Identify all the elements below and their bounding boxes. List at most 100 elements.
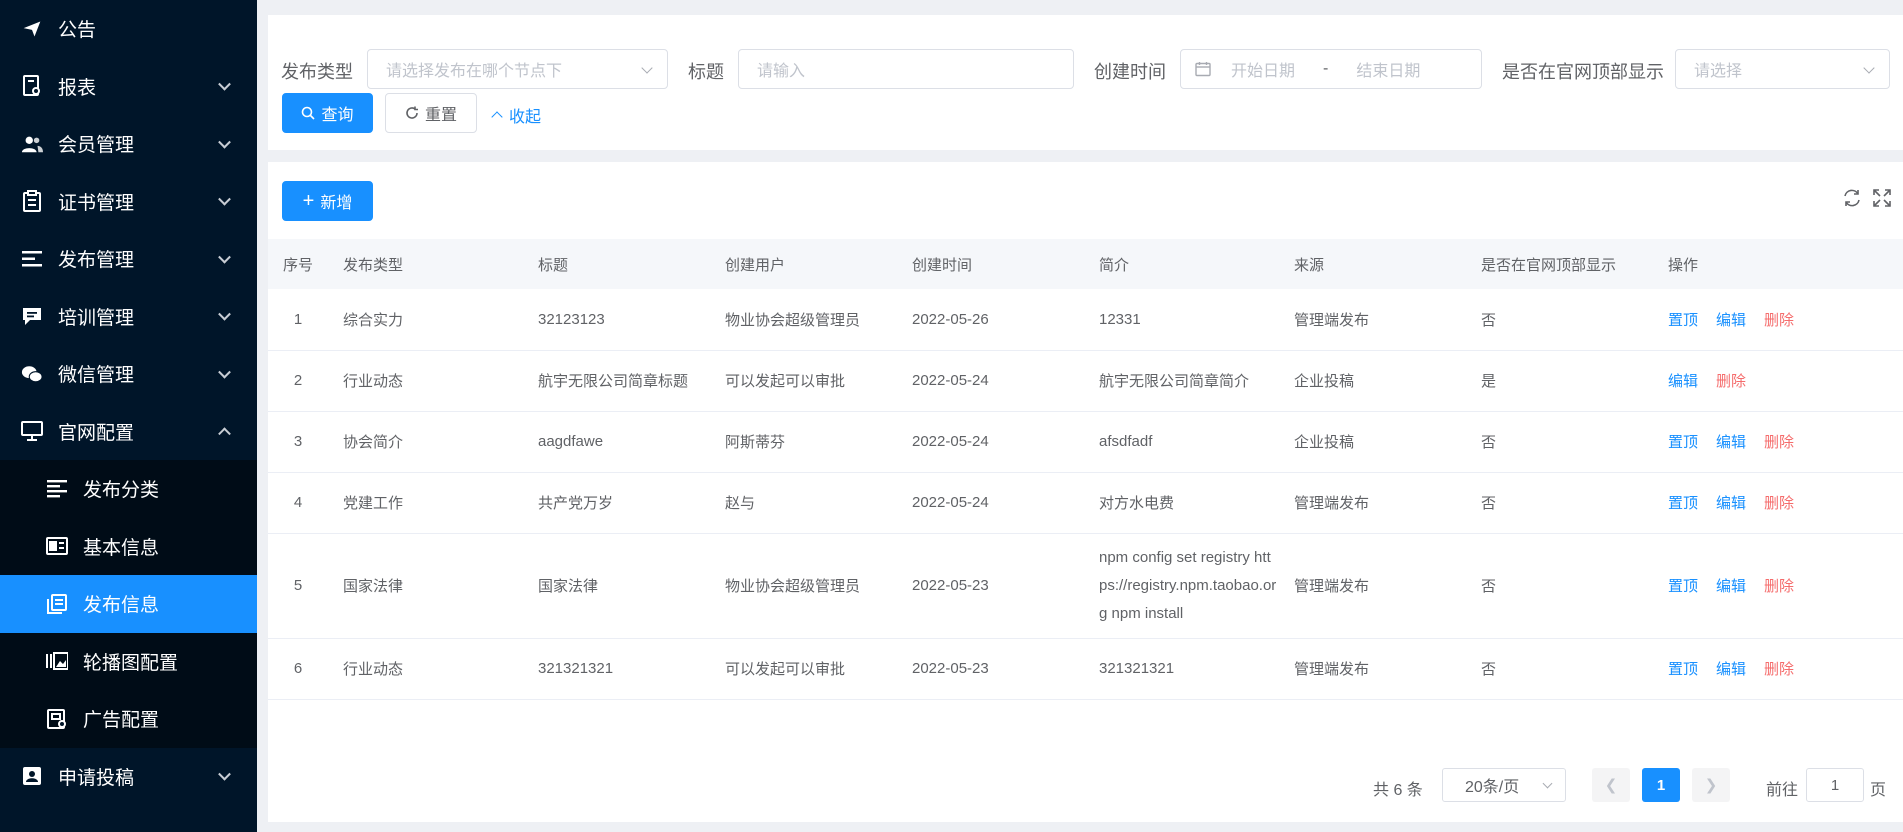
sidebar-item-publish-category[interactable]: 发布分类: [0, 460, 257, 518]
reset-button[interactable]: 重置: [385, 93, 477, 133]
publish-type-placeholder: 请选择发布在哪个节点下: [386, 63, 563, 80]
delete-button[interactable]: 删除: [1764, 434, 1794, 451]
edit-button[interactable]: 编辑: [1668, 373, 1698, 390]
show-on-top-select[interactable]: 请选择: [1675, 49, 1890, 89]
sidebar-item-carousel-config[interactable]: 轮播图配置: [0, 633, 257, 691]
edit-button[interactable]: 编辑: [1716, 661, 1746, 678]
cell-desc: npm config set registry https://registry…: [1084, 533, 1279, 639]
sidebar-item-ad-config[interactable]: 广告配置: [0, 690, 257, 748]
sidebar-item-announcement[interactable]: 公告: [0, 0, 257, 58]
table-header-row: 序号 发布类型 标题 创建用户 创建时间 简介 来源 是否在官网顶部显示 操作: [268, 239, 1903, 289]
sidebar-item-label: 证书管理: [58, 192, 135, 214]
edit-button[interactable]: 编辑: [1716, 312, 1746, 329]
cell-desc: 对方水电费: [1084, 472, 1279, 534]
cell-top: 是: [1466, 350, 1653, 412]
table-row: 4 党建工作 共产党万岁 赵与 2022-05-24 对方水电费 管理端发布 否…: [268, 472, 1903, 534]
pin-button[interactable]: 置顶: [1668, 661, 1698, 678]
start-date-placeholder: 开始日期: [1231, 63, 1296, 80]
pin-button[interactable]: 置顶: [1668, 312, 1698, 329]
collapse-link[interactable]: 收起: [491, 103, 542, 127]
delete-button[interactable]: 删除: [1764, 495, 1794, 512]
publish-info-table: 序号 发布类型 标题 创建用户 创建时间 简介 来源 是否在官网顶部显示 操作 …: [268, 239, 1903, 700]
publish-type-select[interactable]: 请选择发布在哪个节点下: [367, 49, 668, 89]
cell-desc: 航宇无限公司简章简介: [1084, 350, 1279, 412]
cell-actions: 编辑 删除: [1653, 350, 1903, 412]
column-header: 创建时间: [912, 256, 973, 274]
chevron-down-icon: [1542, 778, 1553, 789]
delete-button[interactable]: 删除: [1764, 578, 1794, 595]
cell-top: 否: [1466, 289, 1653, 351]
chevron-down-icon: [218, 193, 231, 206]
cell-source: 企业投稿: [1279, 411, 1466, 473]
sidebar-item-certificates[interactable]: 证书管理: [0, 173, 257, 231]
end-date-placeholder: 结束日期: [1356, 63, 1421, 80]
sidebar-item-website-config[interactable]: 官网配置: [0, 403, 257, 461]
cell-type: 行业动态: [328, 638, 523, 700]
sidebar-item-publish[interactable]: 发布管理: [0, 230, 257, 288]
title-input[interactable]: 请输入: [738, 49, 1074, 89]
page-number-button[interactable]: 1: [1642, 768, 1680, 802]
column-header: 来源: [1294, 256, 1325, 274]
sidebar-item-label: 广告配置: [83, 710, 160, 732]
cell-type: 行业动态: [328, 350, 523, 412]
sidebar-item-wechat[interactable]: 微信管理: [0, 345, 257, 403]
pin-button[interactable]: 置顶: [1668, 434, 1698, 451]
users-icon: [20, 132, 44, 156]
sidebar-item-label: 申请投稿: [58, 767, 135, 789]
cell-type: 综合实力: [328, 289, 523, 351]
chevron-down-icon: [1863, 62, 1875, 74]
send-icon: [20, 17, 44, 41]
cell-source: 管理端发布: [1279, 533, 1466, 639]
submenu-website-config: 发布分类 基本信息 发布信息 轮播图配置 广告配置: [0, 460, 257, 748]
sidebar-item-training[interactable]: 培训管理: [0, 288, 257, 346]
column-header: 操作: [1668, 256, 1699, 274]
sidebar-item-label: 轮播图配置: [83, 652, 179, 674]
pin-button[interactable]: 置顶: [1668, 495, 1698, 512]
column-header: 发布类型: [343, 256, 404, 274]
reset-button-label: 重置: [424, 107, 457, 124]
page-size-select[interactable]: 20条/页: [1442, 768, 1566, 802]
sidebar-item-basic-info[interactable]: 基本信息: [0, 518, 257, 576]
cell-user: 物业协会超级管理员: [710, 289, 897, 351]
sidebar: 公告 报表 会员管理 证书管理 发布管理 培训管理 微信管理 官网配置 发布分类…: [0, 0, 257, 832]
wechat-icon: [20, 362, 44, 386]
cell-index: 2: [268, 350, 328, 412]
edit-button[interactable]: 编辑: [1716, 434, 1746, 451]
cell-date: 2022-05-24: [897, 350, 1084, 412]
list-icon: [20, 247, 44, 271]
sidebar-item-members[interactable]: 会员管理: [0, 115, 257, 173]
sidebar-item-reports[interactable]: 报表: [0, 58, 257, 116]
prev-page-button[interactable]: ❮: [1592, 768, 1630, 802]
gallery-icon: [45, 649, 69, 673]
add-button[interactable]: + 新增: [282, 181, 373, 221]
ad-icon: [45, 707, 69, 731]
sidebar-item-submissions[interactable]: 申请投稿: [0, 748, 257, 806]
delete-button[interactable]: 删除: [1764, 312, 1794, 329]
pin-button[interactable]: 置顶: [1668, 578, 1698, 595]
cell-source: 企业投稿: [1279, 350, 1466, 412]
refresh-icon[interactable]: [1842, 188, 1862, 208]
next-page-button[interactable]: ❯: [1692, 768, 1730, 802]
cell-index: 4: [268, 472, 328, 534]
edit-button[interactable]: 编辑: [1716, 578, 1746, 595]
sidebar-item-label: 发布信息: [83, 595, 160, 617]
cell-title: aagdfawe: [523, 411, 710, 473]
cell-title: 321321321: [523, 638, 710, 700]
goto-page-input[interactable]: 1: [1806, 768, 1864, 802]
fullscreen-icon[interactable]: [1872, 188, 1892, 208]
cell-desc-text: npm config set registry https://registry…: [1099, 548, 1277, 622]
cell-date: 2022-05-23: [897, 638, 1084, 700]
sidebar-item-publish-info[interactable]: 发布信息: [0, 575, 257, 633]
query-button[interactable]: 查询: [282, 93, 373, 133]
chevron-down-icon: [218, 250, 231, 264]
chevron-up-icon: [491, 111, 503, 123]
collapse-link-label: 收起: [509, 109, 542, 126]
delete-button[interactable]: 删除: [1764, 661, 1794, 678]
table-row: 5 国家法律 国家法律 物业协会超级管理员 2022-05-23 npm con…: [268, 533, 1903, 639]
chevron-right-icon: ❯: [1704, 777, 1718, 794]
created-date-range[interactable]: 开始日期 - 结束日期: [1180, 49, 1482, 89]
delete-button[interactable]: 删除: [1716, 373, 1746, 390]
cell-index: 3: [268, 411, 328, 473]
cell-top: 否: [1466, 411, 1653, 473]
edit-button[interactable]: 编辑: [1716, 495, 1746, 512]
